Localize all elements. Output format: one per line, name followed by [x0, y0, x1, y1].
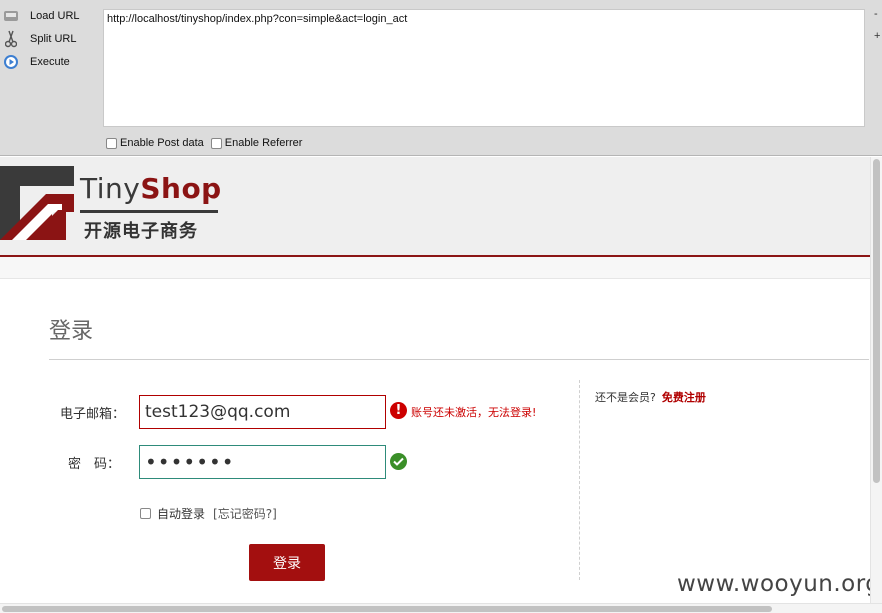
scissors-icon	[2, 30, 20, 48]
load-url-label: Load URL	[30, 10, 80, 22]
title-divider	[49, 359, 869, 360]
register-link[interactable]: 免费注册	[662, 391, 706, 404]
enable-post-option[interactable]: Enable Post data	[106, 137, 204, 149]
logo-wordmark: TinyShop	[80, 172, 222, 205]
enable-referrer-checkbox[interactable]	[210, 137, 222, 149]
tinyshop-logo-icon	[0, 166, 74, 240]
error-message: 账号还未激活，无法登录!	[411, 406, 537, 419]
horizontal-scrollbar[interactable]	[0, 603, 882, 613]
url-textarea[interactable]: http://localhost/tinyshop/index.php?con=…	[103, 9, 865, 127]
auto-login-label: 自动登录	[157, 507, 206, 521]
error-icon: !	[390, 402, 407, 419]
watermark: www.wooyun.org	[677, 571, 881, 597]
enable-post-checkbox[interactable]	[106, 137, 117, 149]
expand-plus[interactable]: +	[874, 30, 880, 42]
execute-label: Execute	[30, 56, 70, 68]
enable-referrer-label: Enable Referrer	[224, 137, 303, 149]
column-divider	[579, 380, 580, 580]
enable-referrer-option[interactable]: Enable Referrer	[210, 137, 303, 149]
forgot-password-link[interactable]: [忘记密码?]	[213, 505, 277, 522]
password-label: 密 码：	[68, 457, 121, 472]
check-icon	[390, 453, 407, 470]
register-prompt: 还不是会员? 免费注册	[595, 389, 706, 405]
email-label: 电子邮箱：	[60, 407, 126, 422]
vertical-scroll-thumb[interactable]	[873, 159, 880, 483]
password-field[interactable]: •••••••	[139, 445, 386, 479]
hackbar-toolbar: Load URL Split URL Execute http://localh…	[0, 0, 882, 156]
logo-divider	[80, 210, 218, 213]
email-field[interactable]: test123@qq.com	[139, 395, 386, 429]
login-button[interactable]: 登录	[249, 544, 325, 581]
header-subbar	[0, 257, 870, 279]
load-url-icon	[2, 7, 20, 25]
split-url-label: Split URL	[30, 33, 77, 45]
not-member-text: 还不是会员?	[595, 391, 656, 404]
collapse-minus[interactable]: -	[874, 8, 878, 20]
load-url-button[interactable]: Load URL	[2, 6, 80, 26]
logo-brand-shop: Shop	[140, 172, 222, 205]
split-url-button[interactable]: Split URL	[2, 29, 76, 49]
logo-subtitle: 开源电子商务	[84, 221, 198, 242]
remember-row: 自动登录 [忘记密码?]	[140, 505, 277, 522]
horizontal-scroll-thumb[interactable]	[2, 606, 772, 612]
auto-login-checkbox[interactable]	[140, 508, 151, 519]
toolbar-options: Enable Post data Enable Referrer	[106, 137, 309, 149]
play-icon	[2, 53, 20, 71]
enable-post-label: Enable Post data	[120, 137, 204, 149]
logo-brand-tiny: Tiny	[80, 172, 141, 205]
vertical-scrollbar[interactable]	[870, 157, 882, 603]
page-title: 登录	[49, 319, 94, 344]
execute-button[interactable]: Execute	[2, 52, 70, 72]
